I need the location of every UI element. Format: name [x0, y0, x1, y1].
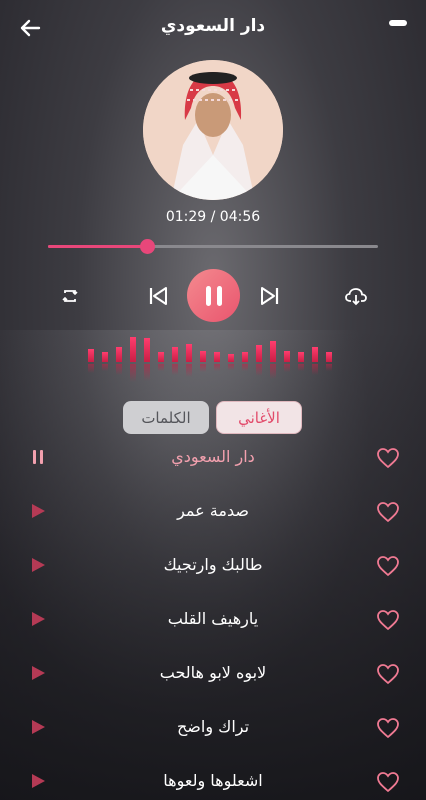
time-display: 01:29 / 04:56: [165, 209, 261, 225]
song-title: لابوه لابو هالحب: [159, 663, 267, 682]
equalizer-bar-reflection: [200, 364, 206, 372]
equalizer-bar-reflection: [312, 364, 318, 375]
seek-bar-fill: [48, 245, 147, 248]
equalizer-bar-reflection: [186, 364, 192, 377]
cloud-download-icon: [345, 288, 367, 306]
equalizer-bar-reflection: [144, 364, 150, 381]
song-title: تراك واضح: [176, 717, 250, 736]
song-row[interactable]: لابوه لابو هالحب: [0, 647, 426, 701]
equalizer-bar: [298, 352, 304, 362]
equalizer-bar: [130, 337, 136, 362]
heart-icon[interactable]: [376, 717, 400, 739]
heart-icon[interactable]: [376, 609, 400, 631]
equalizer-bar-reflection: [130, 364, 136, 382]
heart-icon[interactable]: [376, 663, 400, 685]
equalizer-bar: [172, 347, 178, 362]
equalizer-bar: [200, 351, 206, 362]
equalizer-bar: [102, 352, 108, 362]
skip-next-icon: [261, 287, 279, 305]
song-title: اشعلوها ولعوها: [163, 771, 263, 790]
equalizer-bar-reflection: [158, 364, 164, 371]
equalizer-bar: [186, 344, 192, 362]
menu-button[interactable]: [388, 18, 408, 28]
equalizer-bar-reflection: [242, 364, 248, 371]
heart-icon[interactable]: [376, 447, 400, 469]
equalizer-bar: [88, 349, 94, 362]
play-icon[interactable]: [28, 717, 48, 737]
equalizer-bar-reflection: [88, 364, 94, 373]
pause-button[interactable]: [187, 269, 240, 322]
menu-icon: [389, 20, 407, 26]
play-icon[interactable]: [28, 501, 48, 521]
seek-bar[interactable]: [48, 239, 378, 254]
skip-previous-icon: [149, 287, 167, 305]
equalizer-bar: [116, 347, 122, 362]
play-icon[interactable]: [28, 663, 48, 683]
header: دار السعودي: [0, 0, 426, 56]
song-row[interactable]: دار السعودي: [0, 431, 426, 485]
equalizer-bar: [242, 352, 248, 362]
pause-icon-bar-left: [205, 285, 211, 306]
song-row[interactable]: طالبك وارتجيك: [0, 539, 426, 593]
song-row[interactable]: اشعلوها ولعوها: [0, 755, 426, 800]
artist-avatar: [143, 60, 283, 200]
equalizer-bar-reflection: [228, 364, 234, 370]
song-title: يارهيف القلب: [167, 609, 259, 628]
tab-bar: الكلمات الأغاني: [0, 401, 426, 435]
heart-icon[interactable]: [376, 555, 400, 577]
song-row[interactable]: تراك واضح: [0, 701, 426, 755]
equalizer-bar-reflection: [102, 364, 108, 371]
equalizer-bar: [214, 352, 220, 362]
equalizer-bar-reflection: [284, 364, 290, 372]
equalizer-bar: [326, 352, 332, 362]
song-title: طالبك وارتجيك: [163, 555, 263, 574]
equalizer-bar: [284, 351, 290, 362]
equalizer-bar-reflection: [116, 364, 122, 375]
seek-bar-handle[interactable]: [140, 239, 155, 254]
equalizer-bar: [144, 338, 150, 362]
song-title: صدمة عمر: [177, 501, 249, 520]
play-icon[interactable]: [28, 555, 48, 575]
heart-icon[interactable]: [376, 501, 400, 523]
tab-songs[interactable]: الأغاني: [216, 401, 302, 434]
equalizer-bar-reflection: [326, 364, 332, 371]
song-row[interactable]: يارهيف القلب: [0, 593, 426, 647]
equalizer-bar: [270, 341, 276, 362]
equalizer-bar-reflection: [214, 364, 220, 371]
equalizer-bar: [312, 347, 318, 362]
next-button[interactable]: [256, 282, 284, 310]
repeat-icon: [62, 290, 78, 302]
pause-icon-bar-right: [216, 285, 222, 306]
play-icon[interactable]: [28, 609, 48, 629]
equalizer-visualizer: [88, 336, 340, 386]
equalizer-bar-reflection: [298, 364, 304, 371]
equalizer-bar-reflection: [172, 364, 178, 375]
download-button[interactable]: [342, 282, 370, 310]
previous-button[interactable]: [144, 282, 172, 310]
equalizer-bar: [158, 352, 164, 362]
equalizer-bar: [256, 345, 262, 362]
equalizer-bar-reflection: [270, 364, 276, 379]
repeat-button[interactable]: [58, 284, 82, 308]
play-icon[interactable]: [28, 771, 48, 791]
heart-icon[interactable]: [376, 771, 400, 793]
equalizer-bar-reflection: [256, 364, 262, 376]
song-row[interactable]: صدمة عمر: [0, 485, 426, 539]
tab-lyrics[interactable]: الكلمات: [123, 401, 209, 434]
page-title: دار السعودي: [160, 16, 266, 36]
equalizer-bar: [228, 354, 234, 362]
song-title: دار السعودي: [171, 447, 255, 466]
pause-icon[interactable]: [28, 447, 48, 467]
